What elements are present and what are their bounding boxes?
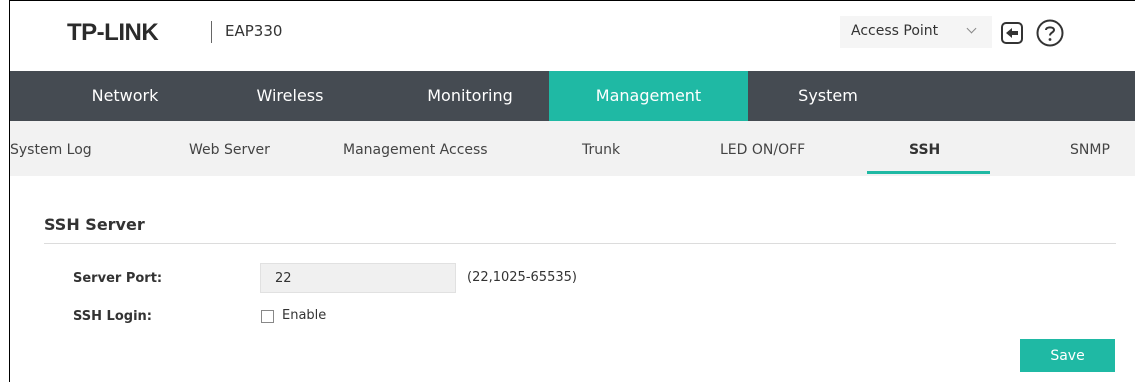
device-model: EAP330 <box>225 22 283 40</box>
server-port-range-hint: (22,1025-65535) <box>467 270 577 285</box>
subnav-management-access[interactable]: Management Access <box>343 121 488 176</box>
logout-icon[interactable] <box>1000 21 1024 45</box>
ssh-login-enable-checkbox[interactable] <box>261 310 274 323</box>
main-nav: Network Wireless Monitoring Management S… <box>10 71 1135 121</box>
save-button[interactable]: Save <box>1020 339 1115 372</box>
logo-divider <box>211 21 212 43</box>
subnav-system-log[interactable]: System Log <box>10 121 92 176</box>
nav-management[interactable]: Management <box>549 71 748 121</box>
active-tab-indicator <box>867 171 990 174</box>
chevron-down-icon <box>966 23 977 34</box>
section-title: SSH Server <box>44 215 145 234</box>
help-icon[interactable] <box>1035 18 1065 48</box>
subnav-trunk[interactable]: Trunk <box>582 121 620 176</box>
server-port-label: Server Port: <box>73 271 163 286</box>
subnav-snmp[interactable]: SNMP <box>1070 121 1110 176</box>
nav-monitoring[interactable]: Monitoring <box>380 71 560 121</box>
server-port-input[interactable] <box>260 263 456 293</box>
sub-nav: System Log Web Server Management Access … <box>10 121 1135 176</box>
subnav-ssh[interactable]: SSH <box>909 121 940 176</box>
mode-select[interactable]: Access Point <box>840 16 992 48</box>
subnav-led-on-off[interactable]: LED ON/OFF <box>720 121 805 176</box>
header: TP-LINK EAP330 Access Point <box>10 1 1135 71</box>
ssh-login-label: SSH Login: <box>73 309 152 324</box>
nav-network[interactable]: Network <box>50 71 200 121</box>
nav-wireless[interactable]: Wireless <box>205 71 375 121</box>
tp-link-logo: TP-LINK <box>67 19 159 46</box>
mode-select-value: Access Point <box>851 23 939 39</box>
page-frame: TP-LINK EAP330 Access Point Network Wire… <box>9 0 1135 382</box>
nav-system[interactable]: System <box>748 71 908 121</box>
ssh-login-enable-label[interactable]: Enable <box>282 308 326 323</box>
section-divider <box>44 243 1116 244</box>
subnav-web-server[interactable]: Web Server <box>189 121 270 176</box>
